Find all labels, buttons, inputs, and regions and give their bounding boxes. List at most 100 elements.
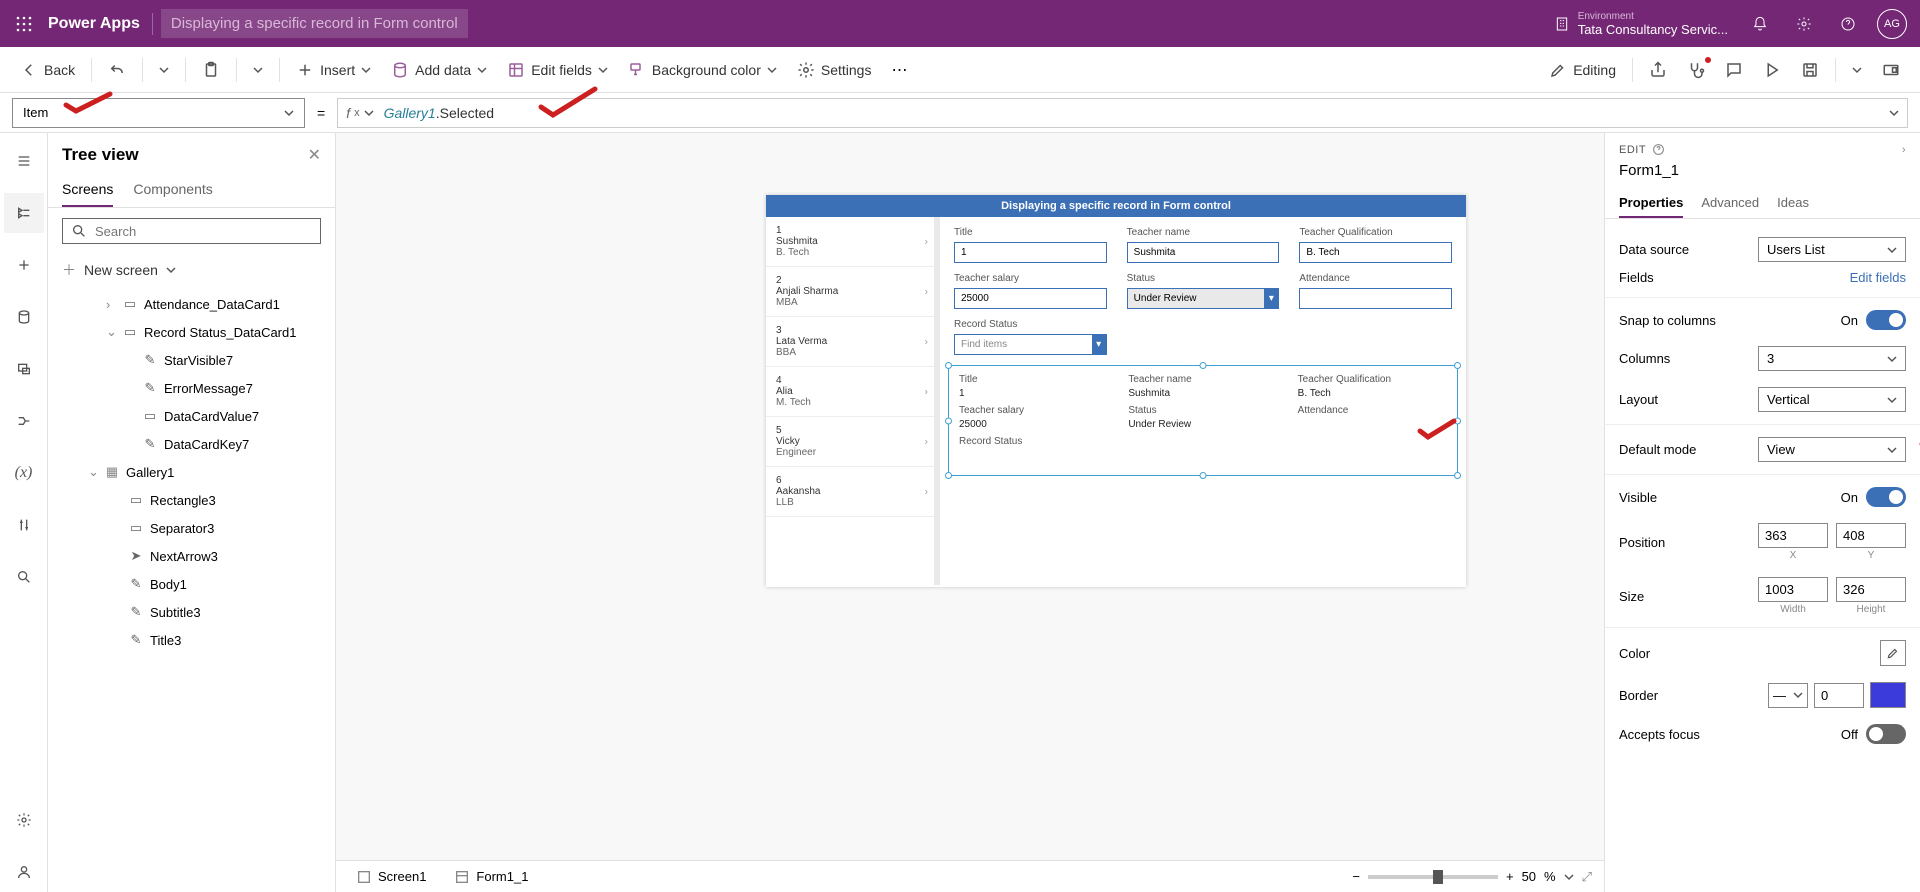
design-canvas[interactable]: Displaying a specific record in Form con… <box>766 195 1466 587</box>
default-mode-dropdown[interactable]: View <box>1758 437 1906 462</box>
tree-item-separator3[interactable]: ▭Separator3 <box>48 514 335 542</box>
zoom-slider[interactable] <box>1368 875 1498 879</box>
flows-icon[interactable] <box>4 401 44 441</box>
tab-advanced[interactable]: Advanced <box>1701 189 1759 218</box>
gallery-item[interactable]: 2Anjali SharmaMBA› <box>766 267 934 317</box>
field-teacher-qual[interactable] <box>1299 242 1452 263</box>
search-icon[interactable] <box>4 557 44 597</box>
publish-menu[interactable] <box>1844 59 1870 81</box>
help-icon[interactable] <box>1828 4 1868 44</box>
paste-menu[interactable] <box>245 59 271 81</box>
tree-item-subtitle3[interactable]: ✎Subtitle3 <box>48 598 335 626</box>
field-status[interactable]: Under Review▾ <box>1127 288 1280 309</box>
property-selector[interactable]: Item <box>12 98 305 128</box>
tab-ideas[interactable]: Ideas <box>1777 189 1809 218</box>
columns-dropdown[interactable]: 3 <box>1758 346 1906 371</box>
formula-bar[interactable]: fx Gallery1.Selected <box>337 98 1908 128</box>
zoom-out[interactable]: − <box>1352 869 1360 884</box>
app-checker-button[interactable] <box>1679 55 1713 85</box>
tree-item-record-status-datacard[interactable]: ⌄▭Record Status_DataCard1 <box>48 318 335 346</box>
editing-mode[interactable]: Editing <box>1541 55 1624 85</box>
tree-item-rectangle3[interactable]: ▭Rectangle3 <box>48 486 335 514</box>
field-title[interactable] <box>954 242 1107 263</box>
app-launcher-icon[interactable] <box>8 8 40 40</box>
fit-screen[interactable]: ⤢ <box>1582 869 1592 885</box>
border-width-input[interactable] <box>1814 683 1864 708</box>
field-teacher-salary[interactable] <box>954 288 1107 309</box>
tree-item-starvisible[interactable]: ✎StarVisible7 <box>48 346 335 374</box>
field-teacher-name[interactable] <box>1127 242 1280 263</box>
border-style-dropdown[interactable]: — <box>1768 683 1808 708</box>
undo-button[interactable] <box>100 55 134 85</box>
gallery-item[interactable]: 5VickyEngineer› <box>766 417 934 467</box>
color-edit-button[interactable] <box>1880 640 1906 666</box>
save-button[interactable] <box>1793 55 1827 85</box>
tree-item-errormessage[interactable]: ✎ErrorMessage7 <box>48 374 335 402</box>
pos-y-input[interactable] <box>1836 523 1906 548</box>
chevron-down-icon[interactable] <box>1564 872 1574 882</box>
edit-fields-button[interactable]: Edit fields <box>499 55 616 85</box>
copilot-icon[interactable] <box>4 852 44 892</box>
tree-search-input[interactable] <box>95 224 312 239</box>
add-data-button[interactable]: Add data <box>383 55 495 85</box>
bg-color-button[interactable]: Background color <box>620 55 785 85</box>
new-screen-button[interactable]: ＋ New screen <box>48 254 335 290</box>
gallery-item[interactable]: 1SushmitaB. Tech› <box>766 217 934 267</box>
insert-plus-icon[interactable] <box>4 245 44 285</box>
more-button[interactable]: ⋯ <box>883 60 915 80</box>
gallery-item[interactable]: 4AliaM. Tech› <box>766 367 934 417</box>
gallery-item[interactable]: 6AakanshaLLB› <box>766 467 934 517</box>
form2-selected[interactable]: Title1 Teacher nameSushmita Teacher Qual… <box>948 365 1458 476</box>
accepts-focus-toggle[interactable] <box>1866 724 1906 744</box>
height-input[interactable] <box>1836 577 1906 602</box>
width-input[interactable] <box>1758 577 1828 602</box>
notifications-icon[interactable] <box>1740 4 1780 44</box>
field-record-status[interactable]: Find items▾ <box>954 334 1107 355</box>
settings-rail-icon[interactable] <box>4 800 44 840</box>
tab-screens[interactable]: Screens <box>62 173 113 207</box>
settings-gear-icon[interactable] <box>1784 4 1824 44</box>
tree-item-gallery1[interactable]: ⌄▦Gallery1 <box>48 458 335 486</box>
settings-button[interactable]: Settings <box>789 55 880 85</box>
zoom-in[interactable]: + <box>1506 869 1514 884</box>
tree-item-nextarrow3[interactable]: ➤NextArrow3 <box>48 542 335 570</box>
publish-button[interactable] <box>1874 55 1908 85</box>
snap-toggle[interactable] <box>1866 310 1906 330</box>
layout-dropdown[interactable]: Vertical <box>1758 387 1906 412</box>
preview-button[interactable] <box>1755 55 1789 85</box>
tree-item-datacardkey[interactable]: ✎DataCardKey7 <box>48 430 335 458</box>
data-icon[interactable] <box>4 297 44 337</box>
tree-search[interactable] <box>62 218 321 244</box>
field-attendance[interactable] <box>1299 288 1452 309</box>
edit-fields-link[interactable]: Edit fields <box>1850 270 1906 285</box>
tools-icon[interactable] <box>4 505 44 545</box>
hamburger-icon[interactable] <box>4 141 44 181</box>
variables-icon[interactable]: (x) <box>4 453 44 493</box>
tree-item-body1[interactable]: ✎Body1 <box>48 570 335 598</box>
tree-item-attendance-datacard[interactable]: ›▭Attendance_DataCard1 <box>48 290 335 318</box>
app-title[interactable]: Displaying a specific record in Form con… <box>161 9 468 38</box>
tab-properties[interactable]: Properties <box>1619 189 1683 218</box>
pos-x-input[interactable] <box>1758 523 1828 548</box>
data-source-dropdown[interactable]: Users List <box>1758 237 1906 262</box>
collapse-icon[interactable]: › <box>1902 144 1906 156</box>
border-color-swatch[interactable] <box>1870 682 1906 708</box>
media-icon[interactable] <box>4 349 44 389</box>
paste-button[interactable] <box>194 55 228 85</box>
tree-view-icon[interactable] <box>4 193 44 233</box>
close-icon[interactable]: ✕ <box>308 145 321 165</box>
sb-form11[interactable]: Form1_1 <box>446 865 536 889</box>
sb-screen1[interactable]: Screen1 <box>348 865 434 889</box>
gallery[interactable]: 1SushmitaB. Tech› 2Anjali SharmaMBA› 3La… <box>766 217 940 585</box>
comments-button[interactable] <box>1717 55 1751 85</box>
share-button[interactable] <box>1641 55 1675 85</box>
user-avatar[interactable]: AG <box>1872 4 1912 44</box>
help-icon[interactable] <box>1652 143 1665 156</box>
environment-selector[interactable]: Environment Tata Consultancy Servic... <box>1554 11 1728 37</box>
tree-item-datacardvalue[interactable]: ▭DataCardValue7 <box>48 402 335 430</box>
tab-components[interactable]: Components <box>133 173 212 207</box>
back-button[interactable]: Back <box>12 55 83 85</box>
gallery-item[interactable]: 3Lata VermaBBA› <box>766 317 934 367</box>
visible-toggle[interactable] <box>1866 487 1906 507</box>
insert-button[interactable]: Insert <box>288 55 379 85</box>
